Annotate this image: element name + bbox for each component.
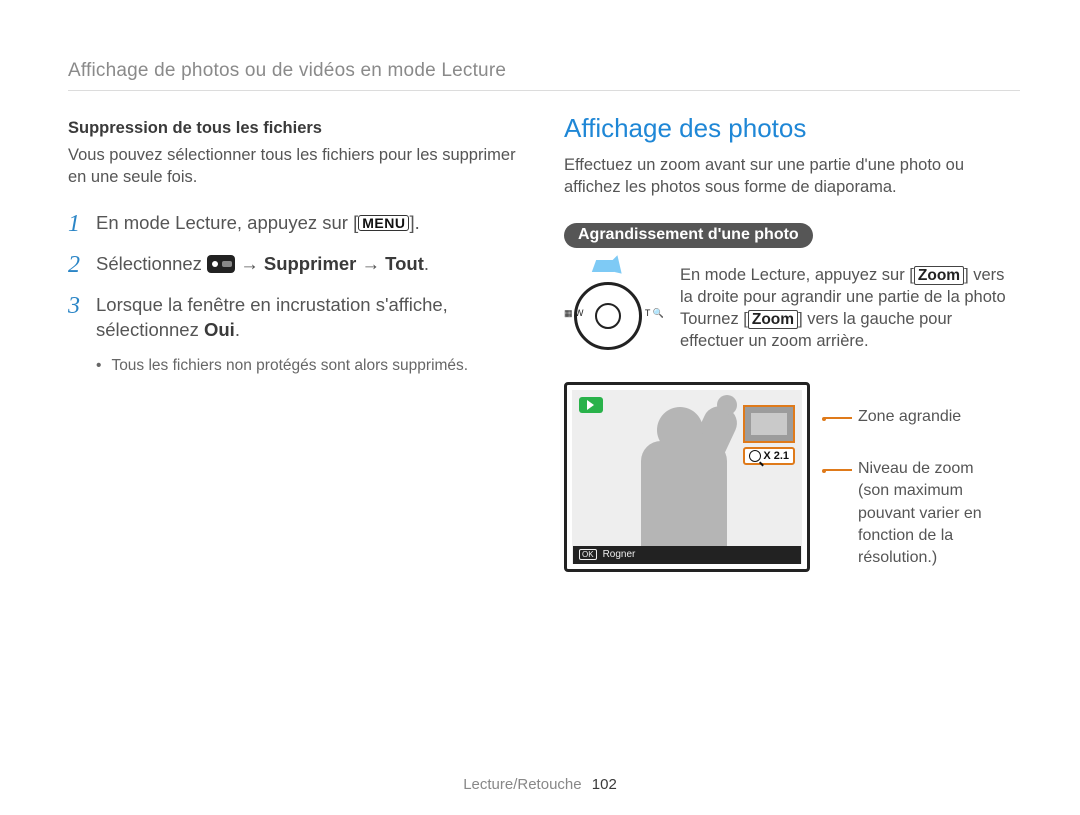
page: Affichage de photos ou de vidéos en mode…: [0, 0, 1080, 815]
step2-end: .: [424, 253, 429, 274]
callouts: Zone agrandie Niveau de zoom (son maximu…: [824, 382, 1020, 588]
step2-supprimer: Supprimer: [264, 253, 357, 274]
section-title: Affichage des photos: [564, 113, 1020, 144]
zoom-key: Zoom: [914, 266, 964, 285]
subsection-pill: Agrandissement d'une photo: [564, 223, 813, 248]
zoom-instruction-text: En mode Lecture, appuyez sur [Zoom] vers…: [680, 264, 1020, 353]
ok-action-text: Rogner: [603, 549, 636, 560]
callout-leader-line: [824, 469, 852, 471]
camera-screen-illustration: X 2.1 OK Rogner: [564, 382, 810, 572]
magnifier-icon: [749, 450, 761, 462]
columns: Suppression de tous les fichiers Vous po…: [68, 119, 1020, 588]
left-subheading: Suppression de tous les fichiers: [68, 119, 524, 138]
dial-left-label: ▦ W: [564, 308, 584, 319]
footer-section: Lecture/Retouche: [463, 776, 581, 793]
step-2: 2 Sélectionnez → Supprimer → Tout.: [68, 250, 524, 277]
step-number: 2: [68, 252, 96, 279]
ok-key-icon: OK: [579, 549, 597, 560]
screen-example-row: X 2.1 OK Rogner Zone agrandie: [564, 382, 1020, 588]
menu-button-icon: MENU: [358, 215, 409, 232]
step-1: 1 En mode Lecture, appuyez sur [MENU].: [68, 209, 524, 236]
step1-text-a: En mode Lecture, appuyez sur [: [96, 212, 358, 233]
steps-list: 1 En mode Lecture, appuyez sur [MENU]. 2…: [68, 209, 524, 376]
callout2-line2: (son maximum pouvant varier en fonction …: [858, 482, 982, 566]
right-column: Affichage des photos Effectuez un zoom a…: [564, 119, 1020, 588]
right-intro: Effectuez un zoom avant sur une partie d…: [564, 154, 1020, 199]
callout-text: Niveau de zoom (son maximum pouvant vari…: [858, 458, 1020, 570]
bottom-action-bar: OK Rogner: [573, 546, 801, 564]
arrow-icon: →: [356, 253, 385, 274]
camera-settings-icon: [207, 255, 235, 273]
step3-oui: Oui: [204, 319, 235, 340]
zoom-dial-illustration: ▦ W T 🔍: [564, 264, 664, 364]
callout-text: Zone agrandie: [858, 406, 961, 428]
dial-right-label: T 🔍: [645, 308, 664, 319]
zoom-area-indicator: [743, 405, 795, 443]
step-body: Lorsque la fenêtre en incrustation s'aff…: [96, 292, 524, 344]
step-body: Sélectionnez → Supprimer → Tout.: [96, 251, 429, 277]
step3-text-a: Lorsque la fenêtre en incrustation s'aff…: [96, 294, 448, 341]
callout-leader-line: [824, 417, 852, 419]
step3-bullet: Tous les fichiers non protégés sont alor…: [96, 357, 524, 375]
step-number: 1: [68, 211, 96, 238]
step-body: En mode Lecture, appuyez sur [MENU].: [96, 210, 420, 236]
page-footer: Lecture/Retouche 102: [0, 776, 1080, 793]
callout-zone: Zone agrandie: [824, 406, 1020, 428]
callout2-line1: Niveau de zoom: [858, 460, 974, 477]
step2-text-a: Sélectionnez: [96, 253, 207, 274]
arrow-icon: →: [235, 253, 264, 274]
left-column: Suppression de tous les fichiers Vous po…: [68, 119, 524, 588]
zoom-level-value: X 2.1: [763, 450, 789, 462]
callout-zoom-level: Niveau de zoom (son maximum pouvant vari…: [824, 458, 1020, 570]
step2-tout: Tout: [385, 253, 424, 274]
zoom-level-badge: X 2.1: [743, 447, 795, 465]
page-header: Affichage de photos ou de vidéos en mode…: [68, 60, 1020, 91]
zoom-instruction-row: ▦ W T 🔍 En mode Lecture, appuyez sur [Zo…: [564, 264, 1020, 364]
play-mode-icon: [579, 397, 603, 413]
step3-end: .: [235, 319, 240, 340]
page-number: 102: [592, 776, 617, 793]
step-3: 3 Lorsque la fenêtre en incrustation s'a…: [68, 291, 524, 344]
left-intro: Vous pouvez sélectionner tous les fichie…: [68, 144, 524, 189]
step1-text-b: ].: [409, 212, 419, 233]
bullet-text: Tous les fichiers non protégés sont alor…: [111, 357, 468, 375]
step-number: 3: [68, 293, 96, 320]
zoom-key: Zoom: [748, 310, 798, 329]
zoom-text-a: En mode Lecture, appuyez sur [: [680, 266, 914, 284]
